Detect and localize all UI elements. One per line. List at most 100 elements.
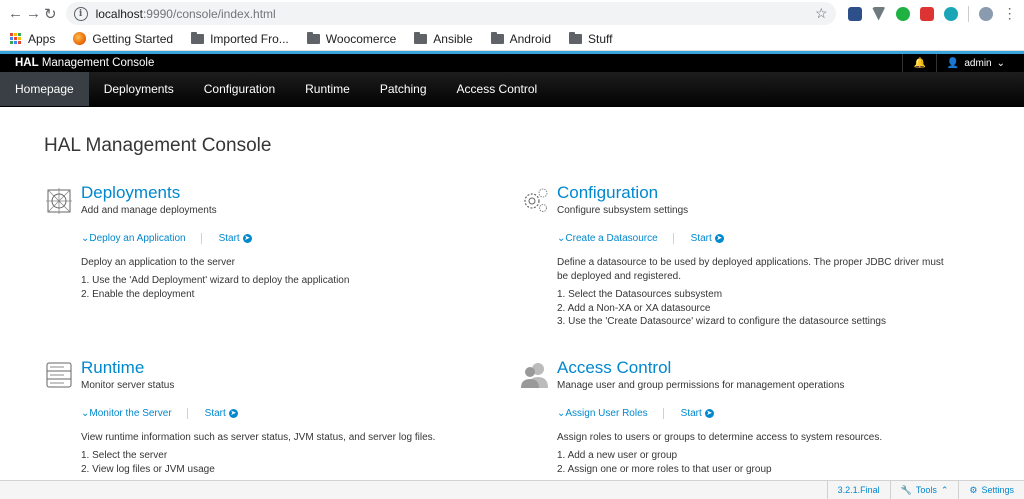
tab-patching[interactable]: Patching	[365, 72, 442, 106]
firefox-icon	[73, 32, 87, 45]
brand-logo[interactable]: HAL Management Console	[15, 57, 154, 69]
bookmark-label: Apps	[28, 31, 56, 46]
start-button[interactable]: Start ➤	[205, 408, 238, 419]
assign-user-roles-toggle[interactable]: ⌄Assign User Roles	[557, 408, 664, 419]
folder-icon	[490, 31, 504, 44]
user-icon: 👤	[946, 57, 960, 69]
extension-icon[interactable]	[943, 6, 958, 21]
homepage-content: HAL Management Console Deployments Add a…	[0, 107, 1024, 475]
main-nav: Homepage Deployments Configuration Runti…	[0, 72, 1024, 107]
hal-header: HAL Management Console 🔔 👤 admin ⌄	[0, 51, 1024, 72]
bookmark-star-icon[interactable]: ☆	[815, 5, 828, 22]
bookmark-apps[interactable]: Apps	[10, 32, 55, 46]
step-item: 1. Select the server	[81, 450, 168, 461]
extension-icon[interactable]	[847, 6, 862, 21]
card-steps: 1. Add a new user or group 2. Assign one…	[557, 449, 957, 476]
start-button[interactable]: Start ➤	[681, 408, 714, 419]
card-title[interactable]: Runtime	[81, 358, 144, 378]
arrow-right-circle-icon: ➤	[714, 234, 724, 243]
notifications-bell-icon[interactable]: 🔔	[902, 54, 935, 72]
tools-menu[interactable]: 🔧 Tools ⌃	[889, 481, 959, 499]
card-steps: 1. Select the server 2. View log files o…	[81, 449, 481, 476]
folder-icon	[414, 31, 428, 44]
step-item: 2. Assign one or more roles to that user…	[557, 463, 772, 475]
wrench-icon: 🔧	[900, 484, 912, 495]
bookmark-getting-started[interactable]: Getting Started	[73, 32, 173, 46]
card-title[interactable]: Access Control	[557, 358, 671, 378]
arrow-right-circle-icon: ➤	[704, 409, 714, 418]
card-subtitle: Monitor server status	[81, 380, 175, 391]
settings-menu[interactable]: ⚙ Settings	[958, 481, 1024, 499]
back-icon[interactable]: ←	[8, 3, 23, 25]
step-item: 2. View log files or JVM usage	[81, 463, 215, 475]
chevron-down-icon: ⌄	[996, 57, 1005, 69]
bookmark-label: Ansible	[433, 31, 473, 46]
step-item: 1. Add a new user or group	[557, 450, 678, 461]
brand-bold: HAL	[15, 57, 39, 69]
step-item: 3. Use the 'Create Datasource' wizard to…	[557, 316, 886, 327]
version-link[interactable]: 3.2.1.Final	[826, 481, 890, 499]
more-menu-icon[interactable]: ⋮	[1003, 5, 1017, 22]
info-icon[interactable]: i	[73, 6, 88, 21]
address-bar[interactable]: i localhost:9990/console/index.html ☆	[65, 2, 836, 25]
folder-icon	[191, 31, 205, 44]
users-icon	[521, 363, 548, 388]
gears-icon	[524, 188, 548, 212]
profile-avatar-icon[interactable]	[978, 6, 993, 21]
page-title: HAL Management Console	[44, 135, 272, 156]
url-path: :9990/console/index.html	[142, 6, 276, 21]
step-item: 1. Use the 'Add Deployment' wizard to de…	[81, 275, 350, 286]
chevron-up-icon: ⌃	[940, 484, 949, 495]
start-button[interactable]: Start ➤	[691, 233, 724, 244]
apps-grid-icon	[10, 32, 22, 45]
start-button[interactable]: Start ➤	[219, 233, 252, 244]
tab-access-control[interactable]: Access Control	[442, 72, 553, 106]
card-subtitle: Add and manage deployments	[81, 205, 217, 216]
tools-label: Tools	[915, 485, 937, 495]
step-item: 1. Select the Datasources subsystem	[557, 289, 723, 300]
forward-icon[interactable]: →	[26, 3, 41, 25]
user-name: admin	[964, 57, 992, 69]
footer-bar: 3.2.1.Final 🔧 Tools ⌃ ⚙ Settings	[0, 480, 1024, 499]
tab-homepage[interactable]: Homepage	[0, 72, 89, 106]
card-description: Deploy an application to the server	[81, 257, 235, 268]
bookmark-folder-android[interactable]: Android	[490, 31, 551, 46]
card-description: View runtime information such as server …	[81, 432, 436, 443]
bookmark-folder-woocomerce[interactable]: Woocomerce	[306, 31, 396, 46]
bookmark-folder-ansible[interactable]: Ansible	[414, 31, 473, 46]
create-datasource-toggle[interactable]: ⌄Create a Datasource	[557, 233, 674, 244]
card-title[interactable]: Deployments	[81, 183, 180, 203]
reload-icon[interactable]: ↻	[44, 3, 57, 25]
settings-label: Settings	[981, 485, 1014, 495]
user-menu[interactable]: 👤 admin ⌄	[935, 54, 1009, 72]
extension-icon[interactable]	[871, 6, 886, 21]
bookmark-folder-imported[interactable]: Imported Fro...	[191, 31, 289, 46]
card-title[interactable]: Configuration	[557, 183, 658, 203]
folder-icon	[569, 31, 582, 44]
bookmark-label: Stuff	[588, 31, 613, 46]
folder-icon	[306, 31, 320, 44]
browser-toolbar: ← → ↻ i localhost:9990/console/index.htm…	[0, 0, 1024, 27]
deployments-icon	[46, 188, 72, 214]
tab-configuration[interactable]: Configuration	[189, 72, 290, 106]
card-steps: 1. Use the 'Add Deployment' wizard to de…	[81, 274, 481, 301]
monitor-server-toggle[interactable]: ⌄Monitor the Server	[81, 408, 188, 419]
arrow-right-circle-icon: ➤	[228, 409, 238, 418]
bookmark-label: Imported Fro...	[210, 31, 289, 46]
tab-runtime[interactable]: Runtime	[290, 72, 365, 106]
bookmark-label: Android	[509, 31, 551, 46]
card-subtitle: Manage user and group permissions for ma…	[557, 380, 845, 391]
deploy-application-toggle[interactable]: ⌄Deploy an Application	[81, 233, 202, 244]
extension-icon[interactable]	[919, 6, 934, 21]
url-host: localhost	[95, 6, 143, 21]
grammarly-icon[interactable]	[895, 6, 910, 21]
bookmark-folder-stuff[interactable]: Stuff	[569, 31, 613, 46]
bookmarks-bar: Apps Getting Started Imported Fro... Woo…	[0, 27, 1024, 51]
arrow-right-circle-icon: ➤	[242, 234, 252, 243]
card-steps: 1. Select the Datasources subsystem 2. A…	[557, 288, 957, 329]
server-icon	[46, 362, 72, 388]
extensions-area: ⋮	[847, 5, 1017, 22]
bookmark-label: Getting Started	[92, 31, 174, 46]
tab-deployments[interactable]: Deployments	[89, 72, 189, 106]
card-description: Assign roles to users or groups to deter…	[557, 432, 883, 443]
